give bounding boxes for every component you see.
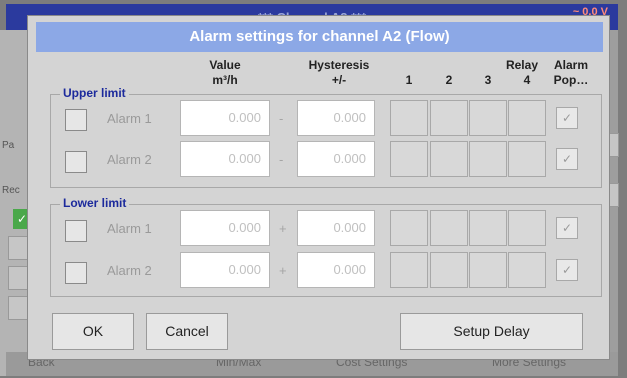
upper-alarm-2-label: Alarm 2 bbox=[107, 152, 152, 167]
upper-alarm-1-relay-4[interactable] bbox=[508, 100, 546, 136]
upper-alarm-1-label: Alarm 1 bbox=[107, 111, 152, 126]
dialog-title: Alarm settings for channel A2 (Flow) bbox=[36, 22, 603, 52]
upper-alarm-1-relay-3[interactable] bbox=[469, 100, 507, 136]
lower-alarm-2-sign: + bbox=[279, 263, 287, 278]
upper-alarm-2-hysteresis-input[interactable]: 0.000 bbox=[297, 141, 375, 177]
lower-alarm-2-checkbox[interactable] bbox=[65, 262, 87, 284]
upper-alarm-2-relay-2[interactable] bbox=[430, 141, 468, 177]
background-left-label: Pa bbox=[2, 140, 15, 151]
upper-alarm-2-checkbox[interactable] bbox=[65, 151, 87, 173]
relay-column-label: Relay bbox=[505, 58, 538, 72]
relay-number: 2 bbox=[445, 73, 453, 87]
lower-alarm-2-label: Alarm 2 bbox=[107, 263, 152, 278]
upper-alarm-1-value-input[interactable]: 0.000 bbox=[180, 100, 270, 136]
value-column-header: Value m³/h bbox=[180, 58, 270, 88]
upper-alarm-2-relay-3[interactable] bbox=[469, 141, 507, 177]
value-unit-label: m³/h bbox=[212, 73, 238, 87]
upper-alarm-2-sign: - bbox=[279, 152, 284, 167]
popup-column-label: Pop… bbox=[553, 73, 589, 87]
hysteresis-unit-label: +/- bbox=[331, 73, 347, 87]
upper-alarm-2-relay-4[interactable] bbox=[508, 141, 546, 177]
upper-limit-label: Upper limit bbox=[60, 86, 129, 100]
alarm-column-label: Alarm bbox=[553, 58, 588, 72]
lower-alarm-1-checkbox[interactable] bbox=[65, 220, 87, 242]
hysteresis-column-header: Hysteresis +/- bbox=[294, 58, 384, 88]
lower-alarm-1-relay-2[interactable] bbox=[430, 210, 468, 246]
upper-alarm-1-popup-checkbox[interactable]: ✓ bbox=[556, 107, 578, 129]
lower-alarm-1-hysteresis-input[interactable]: 0.000 bbox=[297, 210, 375, 246]
upper-alarm-1-relay-1[interactable] bbox=[390, 100, 428, 136]
lower-alarm-1-value-input[interactable]: 0.000 bbox=[180, 210, 270, 246]
upper-alarm-2-relay-1[interactable] bbox=[390, 141, 428, 177]
lower-limit-label: Lower limit bbox=[60, 196, 130, 210]
alarm-popup-column-header: Alarm Pop… bbox=[546, 58, 596, 88]
lower-alarm-1-popup-checkbox[interactable]: ✓ bbox=[556, 217, 578, 239]
alarm-settings-dialog: Alarm settings for channel A2 (Flow) Val… bbox=[27, 15, 610, 360]
cancel-button[interactable]: Cancel bbox=[146, 313, 228, 350]
lower-alarm-1-relay-4[interactable] bbox=[508, 210, 546, 246]
upper-alarm-1-checkbox[interactable] bbox=[65, 109, 87, 131]
lower-alarm-1-label: Alarm 1 bbox=[107, 221, 152, 236]
background-left-column: Pa Rec bbox=[0, 30, 28, 376]
upper-alarm-1-relay-2[interactable] bbox=[430, 100, 468, 136]
upper-alarm-1-sign: - bbox=[279, 111, 284, 126]
lower-alarm-2-relay-1[interactable] bbox=[390, 252, 428, 288]
lower-alarm-2-value-input[interactable]: 0.000 bbox=[180, 252, 270, 288]
lower-alarm-2-relay-4[interactable] bbox=[508, 252, 546, 288]
lower-alarm-1-sign: + bbox=[279, 221, 287, 236]
lower-alarm-2-relay-2[interactable] bbox=[430, 252, 468, 288]
upper-alarm-2-value-input[interactable]: 0.000 bbox=[180, 141, 270, 177]
lower-alarm-2-popup-checkbox[interactable]: ✓ bbox=[556, 259, 578, 281]
setup-delay-button[interactable]: Setup Delay bbox=[400, 313, 583, 350]
lower-alarm-2-relay-3[interactable] bbox=[469, 252, 507, 288]
background-left-label: Rec bbox=[2, 185, 20, 196]
ok-button[interactable]: OK bbox=[52, 313, 134, 350]
lower-alarm-2-hysteresis-input[interactable]: 0.000 bbox=[297, 252, 375, 288]
relay-number: 3 bbox=[484, 73, 492, 87]
value-column-label: Value bbox=[209, 58, 241, 72]
upper-alarm-2-popup-checkbox[interactable]: ✓ bbox=[556, 148, 578, 170]
lower-alarm-1-relay-3[interactable] bbox=[469, 210, 507, 246]
relay-number: 1 bbox=[405, 73, 413, 87]
relay-number: 4 bbox=[523, 73, 531, 87]
hysteresis-column-label: Hysteresis bbox=[308, 58, 370, 72]
relay-column-header: Relay 1 2 3 4 bbox=[390, 58, 546, 88]
upper-alarm-1-hysteresis-input[interactable]: 0.000 bbox=[297, 100, 375, 136]
lower-alarm-1-relay-1[interactable] bbox=[390, 210, 428, 246]
